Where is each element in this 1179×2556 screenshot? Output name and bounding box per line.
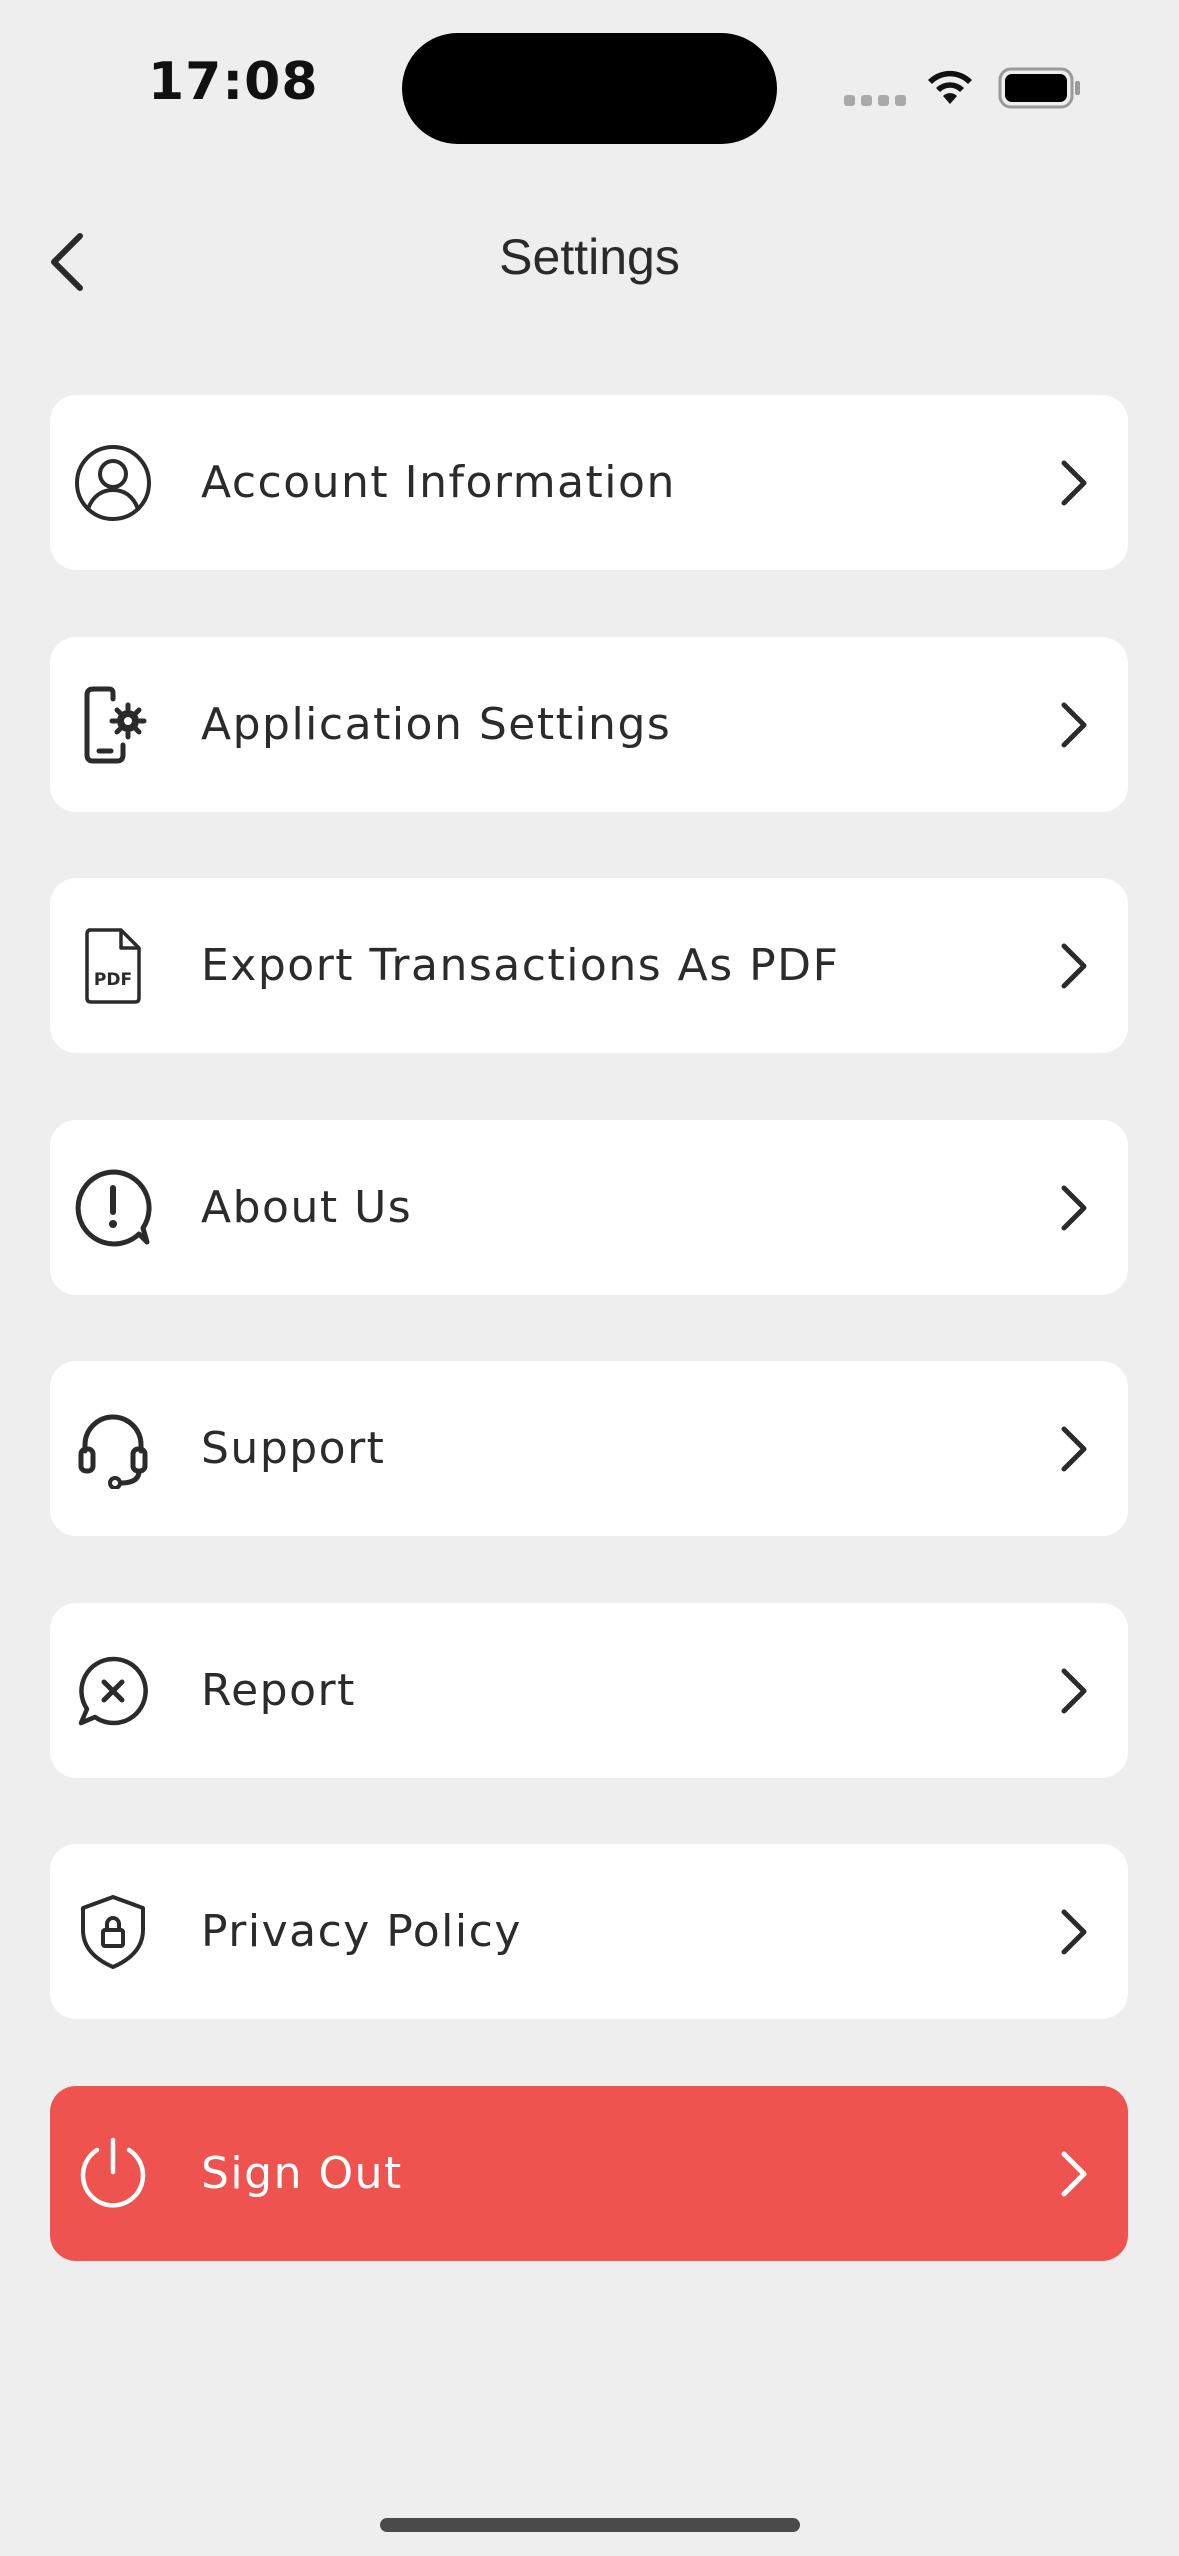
menu-item-label: Sign Out [201, 2148, 403, 2199]
chevron-right-icon [1054, 453, 1094, 513]
chevron-right-icon [1054, 1419, 1094, 1479]
menu-item-privacy-policy[interactable]: Privacy Policy [50, 1844, 1128, 2019]
cellular-signal-icon [844, 95, 906, 106]
chevron-right-icon [1054, 1178, 1094, 1238]
menu-item-label: Application Settings [201, 699, 672, 750]
chevron-right-icon [1054, 695, 1094, 755]
battery-icon [998, 66, 1082, 114]
menu-item-about-us[interactable]: About Us [50, 1120, 1128, 1295]
page-title: Settings [499, 229, 680, 285]
chevron-right-icon [1054, 2144, 1094, 2204]
menu-item-label: Export Transactions As PDF [201, 940, 840, 991]
menu-item-label: Report [201, 1665, 356, 1716]
chevron-right-icon [1054, 1661, 1094, 1721]
menu-item-support[interactable]: Support [50, 1361, 1128, 1536]
menu-item-label: Privacy Policy [201, 1906, 522, 1957]
menu-item-export-pdf[interactable]: PDF Export Transactions As PDF [50, 878, 1128, 1053]
menu-item-account-information[interactable]: Account Information [50, 395, 1128, 570]
menu-item-label: Support [201, 1423, 386, 1474]
chevron-right-icon [1054, 1902, 1094, 1962]
pdf-file-icon: PDF [72, 925, 154, 1007]
sign-out-button[interactable]: Sign Out [50, 2086, 1128, 2261]
svg-text:PDF: PDF [94, 970, 132, 990]
menu-item-label: Account Information [201, 457, 676, 508]
wifi-icon [925, 66, 975, 110]
info-bubble-icon [72, 1167, 154, 1249]
status-time: 17:08 [148, 52, 319, 112]
menu-item-report[interactable]: Report [50, 1603, 1128, 1778]
home-indicator[interactable] [380, 2518, 800, 2532]
shield-lock-icon [72, 1891, 154, 1973]
headset-icon [72, 1408, 154, 1490]
user-circle-icon [72, 442, 154, 524]
menu-item-label: About Us [201, 1182, 413, 1233]
phone-gear-icon [72, 684, 154, 766]
dynamic-island [402, 33, 777, 144]
power-icon [72, 2133, 154, 2215]
report-bubble-icon [72, 1650, 154, 1732]
menu-item-application-settings[interactable]: Application Settings [50, 637, 1128, 812]
chevron-right-icon [1054, 936, 1094, 996]
